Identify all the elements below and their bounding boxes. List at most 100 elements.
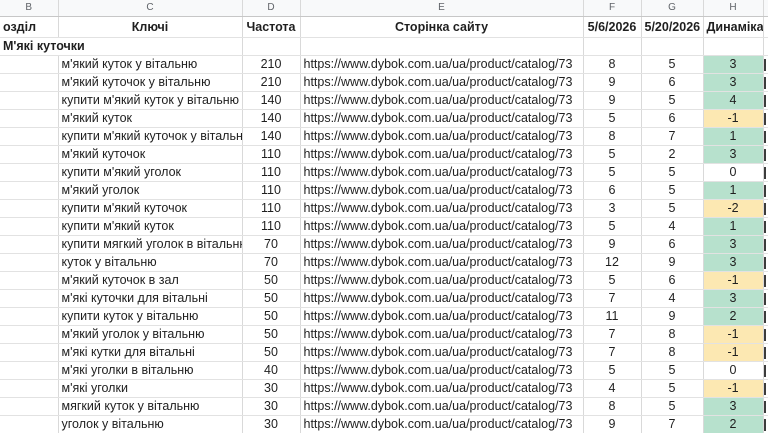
dynamics-cell[interactable]: 1 — [703, 217, 764, 236]
dynamics-cell[interactable]: 2 — [703, 307, 764, 326]
position-date2-cell[interactable]: 8 — [641, 325, 704, 344]
url-cell[interactable]: https://www.dybok.com.ua/ua/product/cata… — [300, 127, 584, 146]
section-cell[interactable] — [0, 397, 59, 416]
position-date2-cell[interactable]: 2 — [641, 145, 704, 164]
header-section[interactable]: озділ — [0, 16, 59, 38]
url-cell[interactable]: https://www.dybok.com.ua/ua/product/cata… — [300, 181, 584, 200]
keyword-cell[interactable]: м'який куток у вітальню — [58, 55, 243, 74]
frequency-cell[interactable]: 110 — [242, 163, 301, 182]
frequency-cell[interactable]: 110 — [242, 181, 301, 200]
url-cell[interactable]: https://www.dybok.com.ua/ua/product/cata… — [300, 109, 584, 128]
keyword-cell[interactable]: купити м'який куточок у вітальню — [58, 127, 243, 146]
position-date1-cell[interactable]: 7 — [583, 325, 642, 344]
keyword-cell[interactable]: м'які уголки в вітальню — [58, 361, 243, 380]
frequency-cell[interactable]: 50 — [242, 325, 301, 344]
position-date2-cell[interactable]: 7 — [641, 415, 704, 433]
section-cell[interactable] — [0, 307, 59, 326]
url-cell[interactable]: https://www.dybok.com.ua/ua/product/cata… — [300, 235, 584, 254]
frequency-cell[interactable]: 50 — [242, 271, 301, 290]
position-date1-cell[interactable]: 9 — [583, 415, 642, 433]
position-date1-cell[interactable]: 12 — [583, 253, 642, 272]
keyword-cell[interactable]: м'який уголок у вітальню — [58, 325, 243, 344]
keyword-cell[interactable]: купити м'який куток у вітальню — [58, 91, 243, 110]
position-date2-cell[interactable]: 9 — [641, 307, 704, 326]
position-date1-cell[interactable]: 11 — [583, 307, 642, 326]
dynamics-cell[interactable]: -1 — [703, 325, 764, 344]
position-date1-cell[interactable]: 5 — [583, 217, 642, 236]
url-cell[interactable]: https://www.dybok.com.ua/ua/product/cata… — [300, 397, 584, 416]
frequency-cell[interactable]: 210 — [242, 73, 301, 92]
url-cell[interactable]: https://www.dybok.com.ua/ua/product/cata… — [300, 307, 584, 326]
position-date1-cell[interactable]: 7 — [583, 289, 642, 308]
dynamics-cell[interactable]: -1 — [703, 379, 764, 398]
dynamics-cell[interactable]: -1 — [703, 271, 764, 290]
section-cell[interactable] — [0, 217, 59, 236]
frequency-cell[interactable]: 70 — [242, 235, 301, 254]
dynamics-cell[interactable]: 3 — [703, 55, 764, 74]
position-date2-cell[interactable]: 6 — [641, 235, 704, 254]
section-empty-cell[interactable] — [583, 37, 642, 56]
position-date1-cell[interactable]: 3 — [583, 199, 642, 218]
frequency-cell[interactable]: 110 — [242, 199, 301, 218]
position-date2-cell[interactable]: 4 — [641, 217, 704, 236]
section-title[interactable]: М'які куточки — [0, 37, 243, 56]
column-letter-g[interactable]: G — [641, 0, 704, 17]
keyword-cell[interactable]: купити м'який уголок — [58, 163, 243, 182]
position-date2-cell[interactable]: 5 — [641, 91, 704, 110]
frequency-cell[interactable]: 50 — [242, 289, 301, 308]
dynamics-cell[interactable]: 3 — [703, 73, 764, 92]
position-date2-cell[interactable]: 8 — [641, 343, 704, 362]
header-frequency[interactable]: Частота — [242, 16, 301, 38]
frequency-cell[interactable]: 110 — [242, 145, 301, 164]
url-cell[interactable]: https://www.dybok.com.ua/ua/product/cata… — [300, 361, 584, 380]
dynamics-cell[interactable]: 2 — [703, 415, 764, 433]
position-date2-cell[interactable]: 5 — [641, 397, 704, 416]
column-letter-b[interactable]: B — [0, 0, 59, 17]
frequency-cell[interactable]: 30 — [242, 415, 301, 433]
position-date1-cell[interactable]: 5 — [583, 109, 642, 128]
position-date1-cell[interactable]: 9 — [583, 73, 642, 92]
keyword-cell[interactable]: м'які уголки — [58, 379, 243, 398]
url-cell[interactable]: https://www.dybok.com.ua/ua/product/cata… — [300, 325, 584, 344]
keyword-cell[interactable]: купити м'який куточок — [58, 199, 243, 218]
position-date1-cell[interactable]: 6 — [583, 181, 642, 200]
section-cell[interactable] — [0, 73, 59, 92]
url-cell[interactable]: https://www.dybok.com.ua/ua/product/cata… — [300, 415, 584, 433]
keyword-cell[interactable]: м'які кутки для вітальні — [58, 343, 243, 362]
column-letter-d[interactable]: D — [242, 0, 301, 17]
header-date2[interactable]: 5/20/2026 — [641, 16, 704, 38]
dynamics-cell[interactable]: 1 — [703, 181, 764, 200]
dynamics-cell[interactable]: 3 — [703, 235, 764, 254]
keyword-cell[interactable]: м'який куточок у вітальню — [58, 73, 243, 92]
section-cell[interactable] — [0, 163, 59, 182]
section-cell[interactable] — [0, 55, 59, 74]
position-date1-cell[interactable]: 4 — [583, 379, 642, 398]
position-date2-cell[interactable]: 6 — [641, 109, 704, 128]
keyword-cell[interactable]: м'який уголок — [58, 181, 243, 200]
section-cell[interactable] — [0, 361, 59, 380]
column-letter-f[interactable]: F — [583, 0, 642, 17]
dynamics-cell[interactable]: 1 — [703, 127, 764, 146]
keyword-cell[interactable]: м'які куточки для вітальні — [58, 289, 243, 308]
column-letter-h[interactable]: H — [703, 0, 764, 17]
dynamics-cell[interactable]: 3 — [703, 145, 764, 164]
url-cell[interactable]: https://www.dybok.com.ua/ua/product/cata… — [300, 343, 584, 362]
keyword-cell[interactable]: м'який куточок — [58, 145, 243, 164]
url-cell[interactable]: https://www.dybok.com.ua/ua/product/cata… — [300, 73, 584, 92]
dynamics-cell[interactable]: 0 — [703, 163, 764, 182]
keyword-cell[interactable]: м'який куточок в зал — [58, 271, 243, 290]
section-empty-cell[interactable] — [641, 37, 704, 56]
section-cell[interactable] — [0, 199, 59, 218]
section-cell[interactable] — [0, 415, 59, 433]
position-date1-cell[interactable]: 8 — [583, 127, 642, 146]
keyword-cell[interactable]: куток у вітальню — [58, 253, 243, 272]
frequency-cell[interactable]: 210 — [242, 55, 301, 74]
header-date1[interactable]: 5/6/2026 — [583, 16, 642, 38]
position-date1-cell[interactable]: 5 — [583, 163, 642, 182]
header-keys[interactable]: Ключі — [58, 16, 243, 38]
section-cell[interactable] — [0, 109, 59, 128]
url-cell[interactable]: https://www.dybok.com.ua/ua/product/cata… — [300, 379, 584, 398]
frequency-cell[interactable]: 140 — [242, 91, 301, 110]
position-date2-cell[interactable]: 5 — [641, 181, 704, 200]
frequency-cell[interactable]: 30 — [242, 379, 301, 398]
